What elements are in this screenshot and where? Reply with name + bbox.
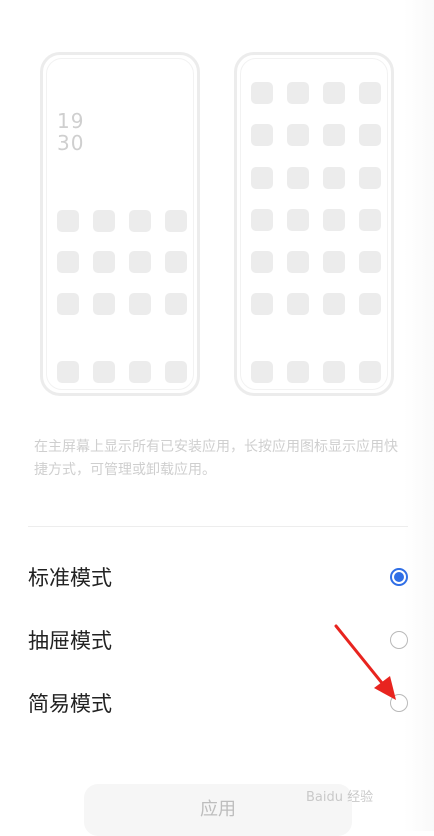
app-icon-placeholder bbox=[359, 209, 381, 231]
app-icon-placeholder bbox=[251, 293, 273, 315]
app-icon-placeholder bbox=[359, 251, 381, 273]
drawer-mode-preview bbox=[234, 52, 394, 396]
app-icon-placeholder bbox=[359, 361, 381, 383]
option-label: 抽屉模式 bbox=[28, 629, 112, 653]
app-icon-placeholder bbox=[323, 124, 345, 146]
app-icon-placeholder bbox=[251, 209, 273, 231]
app-icon-placeholder bbox=[93, 251, 115, 273]
app-icon-placeholder bbox=[323, 293, 345, 315]
app-icon-placeholder bbox=[165, 210, 187, 232]
app-icon-placeholder bbox=[251, 82, 273, 104]
app-icon-placeholder bbox=[57, 251, 79, 273]
app-icon-placeholder bbox=[251, 361, 273, 383]
option-standard-mode[interactable]: 标准模式 bbox=[0, 550, 434, 606]
app-icon-placeholder bbox=[165, 361, 187, 383]
app-icon-placeholder bbox=[359, 293, 381, 315]
app-icon-placeholder bbox=[287, 167, 309, 189]
app-icon-placeholder bbox=[57, 361, 79, 383]
app-icon-placeholder bbox=[251, 124, 273, 146]
app-icon-placeholder bbox=[93, 293, 115, 315]
baidu-watermark: Baidu 经验 bbox=[306, 790, 374, 805]
divider bbox=[28, 526, 408, 527]
app-icon-placeholder bbox=[251, 167, 273, 189]
app-icon-placeholder bbox=[359, 82, 381, 104]
right-edge-shade bbox=[404, 0, 434, 831]
app-icon-placeholder bbox=[57, 210, 79, 232]
app-icon-placeholder bbox=[359, 124, 381, 146]
app-icon-placeholder bbox=[251, 251, 273, 273]
layout-preview: 19 30 bbox=[0, 0, 434, 410]
app-icon-placeholder bbox=[323, 167, 345, 189]
app-icon-placeholder bbox=[359, 167, 381, 189]
app-icon-placeholder bbox=[129, 361, 151, 383]
option-label: 简易模式 bbox=[28, 692, 112, 716]
app-icon-placeholder bbox=[93, 210, 115, 232]
red-arrow-annotation bbox=[334, 624, 396, 700]
app-icon-placeholder bbox=[287, 361, 309, 383]
app-icon-placeholder bbox=[287, 82, 309, 104]
app-icon-placeholder bbox=[287, 251, 309, 273]
clock-minute: 30 bbox=[57, 131, 85, 155]
app-icon-placeholder bbox=[129, 210, 151, 232]
app-icon-placeholder bbox=[323, 82, 345, 104]
app-icon-placeholder bbox=[323, 209, 345, 231]
standard-mode-preview: 19 30 bbox=[40, 52, 200, 396]
preview-clock: 19 30 bbox=[57, 110, 84, 154]
app-icon-placeholder bbox=[129, 251, 151, 273]
app-icon-placeholder bbox=[57, 293, 79, 315]
app-icon-placeholder bbox=[287, 209, 309, 231]
app-icon-placeholder bbox=[93, 361, 115, 383]
app-icon-placeholder bbox=[129, 293, 151, 315]
app-icon-placeholder bbox=[165, 251, 187, 273]
mode-description: 在主屏幕上显示所有已安装应用，长按应用图标显示应用快捷方式，可管理或卸载应用。 bbox=[34, 439, 398, 478]
clock-hour: 19 bbox=[57, 109, 85, 133]
app-icon-placeholder bbox=[323, 361, 345, 383]
app-icon-placeholder bbox=[165, 293, 187, 315]
app-icon-placeholder bbox=[287, 124, 309, 146]
app-icon-placeholder bbox=[287, 293, 309, 315]
app-icon-placeholder bbox=[323, 251, 345, 273]
option-label: 标准模式 bbox=[28, 566, 112, 590]
